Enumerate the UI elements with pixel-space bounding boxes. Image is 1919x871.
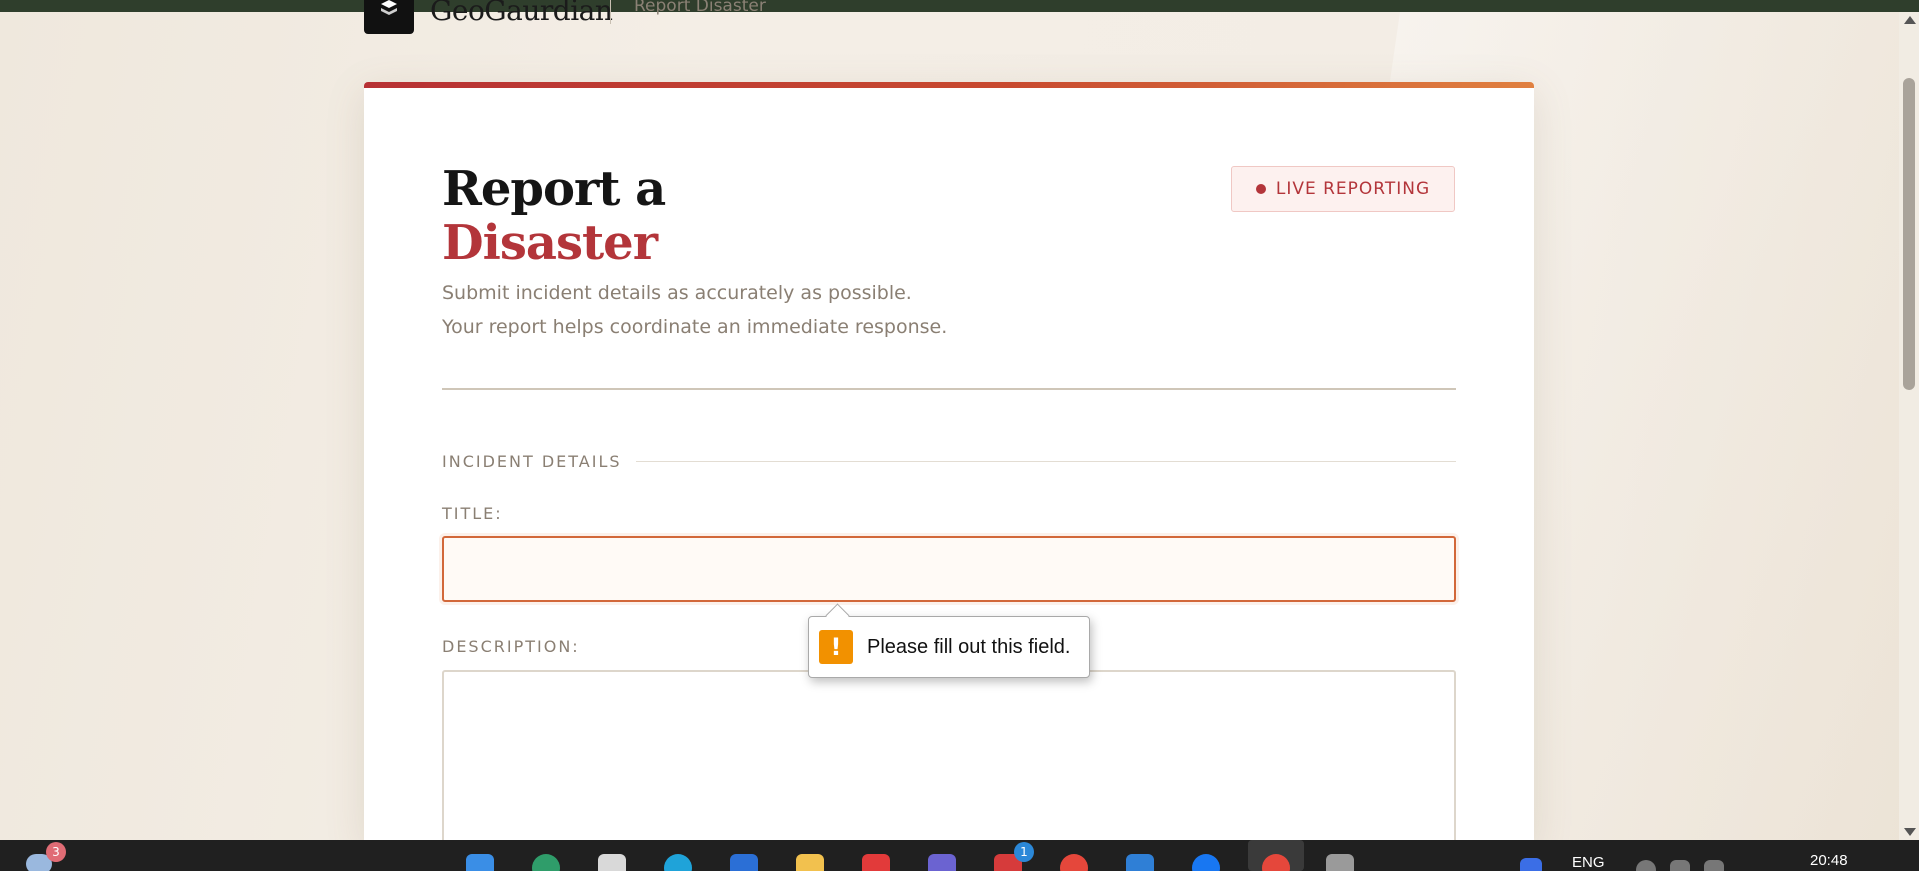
shield-icon: [381, 0, 397, 15]
brand-name[interactable]: GeoGaurdian: [430, 0, 613, 27]
live-badge-label: LIVE REPORTING: [1275, 179, 1431, 199]
search-icon[interactable]: [532, 854, 560, 871]
section-label-incident-details: INCIDENT DETAILS: [442, 452, 622, 471]
brand-logo-icon[interactable]: [364, 0, 414, 34]
battery-icon[interactable]: [1704, 860, 1724, 871]
breadcrumb[interactable]: Report Disaster: [634, 0, 766, 16]
terminal-icon[interactable]: [1326, 854, 1354, 871]
subtitle-line2: Your report helps coordinate an immediat…: [442, 316, 948, 338]
title-label: TITLE:: [442, 504, 503, 523]
page-title-line2: Disaster: [442, 215, 658, 271]
copilot-icon[interactable]: [730, 854, 758, 871]
warning-icon: !: [819, 630, 853, 664]
media-app-icon[interactable]: [862, 854, 890, 871]
header-divider: [442, 388, 1456, 390]
subtitle-line1: Submit incident details as accurately as…: [442, 282, 912, 304]
vscode-icon[interactable]: [1126, 854, 1154, 871]
wifi-icon[interactable]: [1636, 860, 1656, 871]
live-dot-icon: [1255, 184, 1266, 194]
weather-badge: 3: [46, 842, 66, 862]
os-taskbar: 3 1 ENG 20:48: [0, 840, 1919, 871]
facebook-icon[interactable]: [1192, 854, 1220, 871]
teams-icon[interactable]: [928, 854, 956, 871]
top-navigation: GeoGaurdian Report Disaster: [364, 0, 1364, 34]
chrome-icon[interactable]: [1060, 854, 1088, 871]
report-form-card: Report a Disaster LIVE REPORTING Submit …: [364, 82, 1534, 842]
live-reporting-badge: LIVE REPORTING: [1231, 166, 1455, 212]
tray-app-icon[interactable]: [1520, 858, 1542, 871]
description-textarea[interactable]: [442, 670, 1456, 842]
scroll-up-arrow-icon[interactable]: [1904, 16, 1916, 24]
volume-icon[interactable]: [1670, 860, 1690, 871]
title-input[interactable]: [442, 536, 1456, 602]
section-divider: [636, 461, 1456, 462]
card-accent-bar: [364, 82, 1534, 88]
clock-time[interactable]: 20:48: [1810, 852, 1848, 869]
language-indicator[interactable]: ENG: [1572, 854, 1605, 871]
page-scrollbar[interactable]: [1899, 12, 1919, 840]
scrollbar-thumb[interactable]: [1903, 78, 1915, 390]
scroll-down-arrow-icon[interactable]: [1904, 828, 1916, 836]
app-badge: 1: [1014, 842, 1034, 862]
validation-message: Please fill out this field.: [867, 635, 1071, 658]
file-icon[interactable]: [598, 854, 626, 871]
folder-icon[interactable]: [796, 854, 824, 871]
description-label: DESCRIPTION:: [442, 637, 580, 656]
page-title-line1: Report a: [442, 161, 666, 217]
edge-browser-icon[interactable]: [664, 854, 692, 871]
validation-tooltip: ! Please fill out this field.: [808, 603, 1090, 678]
start-windows-icon[interactable]: [466, 854, 494, 871]
nav-separator: [610, 0, 611, 24]
